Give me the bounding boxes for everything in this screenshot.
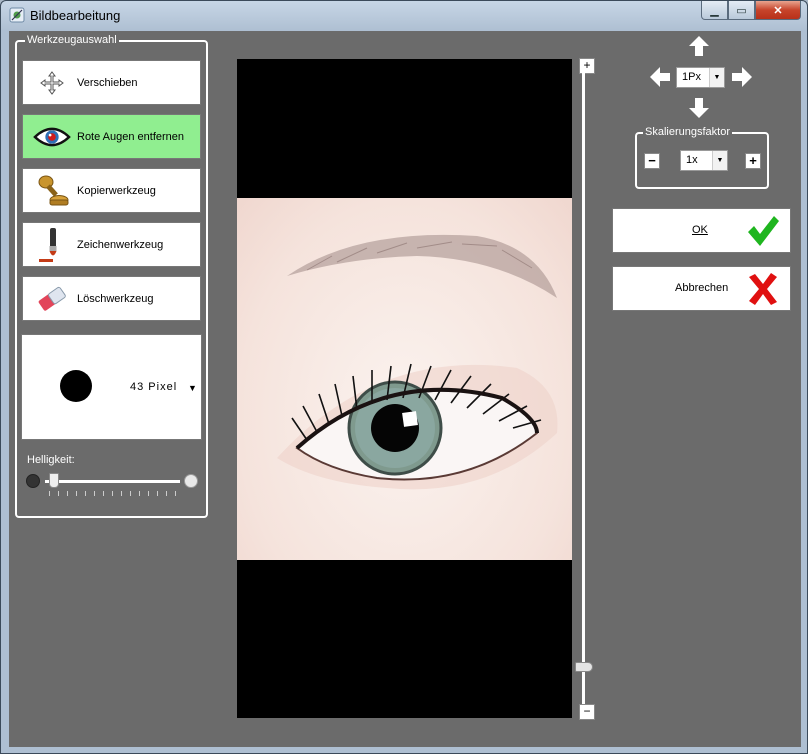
minimize-icon: ▁	[710, 4, 719, 17]
brightness-slider-thumb[interactable]	[49, 473, 59, 488]
brightness-dark-icon	[26, 474, 40, 488]
zoom-out-button[interactable]: −	[579, 704, 595, 720]
editor-window: Bildbearbeitung ▁ ▭ ✕ Werkzeugauswahl Ve…	[0, 0, 808, 754]
scale-plus-button[interactable]: +	[745, 153, 761, 169]
brush-icon	[33, 227, 71, 263]
maximize-button[interactable]: ▭	[728, 1, 755, 20]
minimize-button[interactable]: ▁	[701, 1, 728, 20]
cancel-label: Abbrechen	[675, 282, 729, 294]
arrow-up-icon[interactable]	[688, 35, 710, 57]
tool-group-title: Werkzeugauswahl	[25, 34, 119, 46]
scale-group-title: Skalierungsfaktor	[643, 126, 732, 138]
brush-preview	[60, 370, 92, 402]
chevron-down-icon[interactable]: ▼	[188, 383, 197, 393]
eye-photo	[237, 198, 572, 560]
scale-combo[interactable]: 1x ▼	[680, 150, 728, 171]
arrow-right-icon[interactable]	[731, 66, 753, 88]
step-combo[interactable]: 1Px ▼	[676, 67, 725, 88]
brightness-label: Helligkeit:	[27, 454, 75, 466]
chevron-down-icon[interactable]: ▼	[709, 68, 724, 87]
stamp-icon	[33, 173, 71, 209]
tool-eraser-button[interactable]: Löschwerkzeug	[22, 276, 201, 321]
brightness-ticks	[49, 491, 176, 496]
eraser-icon	[33, 281, 71, 317]
step-value: 1Px	[682, 71, 701, 83]
tool-draw-label: Zeichenwerkzeug	[77, 238, 164, 251]
checkmark-icon	[748, 216, 779, 246]
tool-move-button[interactable]: Verschieben	[22, 60, 201, 105]
ok-button[interactable]: OK	[612, 208, 791, 253]
brush-size-panel: 43 Pixel ▼	[21, 334, 202, 440]
brightness-light-icon	[184, 474, 198, 488]
move-icon	[33, 65, 71, 101]
cross-icon	[749, 273, 777, 305]
tool-move-label: Verschieben	[77, 76, 138, 89]
tool-red-eye-button[interactable]: Rote Augen entfernen	[22, 114, 201, 159]
close-icon: ✕	[773, 4, 783, 17]
title-bar: Bildbearbeitung ▁ ▭ ✕	[1, 1, 807, 29]
chevron-down-icon[interactable]: ▼	[712, 151, 727, 170]
tool-clone-label: Kopierwerkzeug	[77, 184, 156, 197]
brush-size-value[interactable]: 43 Pixel	[130, 381, 177, 393]
close-button[interactable]: ✕	[755, 1, 801, 20]
client-area: Werkzeugauswahl Verschieben Rote Augen e…	[9, 31, 801, 747]
tool-clone-button[interactable]: Kopierwerkzeug	[22, 168, 201, 213]
scale-minus-button[interactable]: −	[644, 153, 660, 169]
tool-draw-button[interactable]: Zeichenwerkzeug	[22, 222, 201, 267]
image-preview[interactable]	[237, 59, 572, 718]
scale-value: 1x	[686, 154, 698, 166]
cancel-button[interactable]: Abbrechen	[612, 266, 791, 311]
window-title: Bildbearbeitung	[30, 8, 121, 23]
arrow-left-icon[interactable]	[649, 66, 671, 88]
tool-eraser-label: Löschwerkzeug	[77, 292, 154, 305]
brightness-slider-track[interactable]	[45, 480, 180, 483]
zoom-slider-thumb[interactable]	[575, 662, 593, 672]
app-icon	[9, 7, 25, 23]
zoom-slider-track[interactable]	[582, 71, 585, 707]
arrow-down-icon[interactable]	[688, 97, 710, 119]
tool-red-eye-label: Rote Augen entfernen	[77, 130, 185, 143]
eye-icon	[33, 119, 71, 155]
maximize-icon: ▭	[736, 4, 747, 17]
ok-label: OK	[692, 224, 708, 236]
